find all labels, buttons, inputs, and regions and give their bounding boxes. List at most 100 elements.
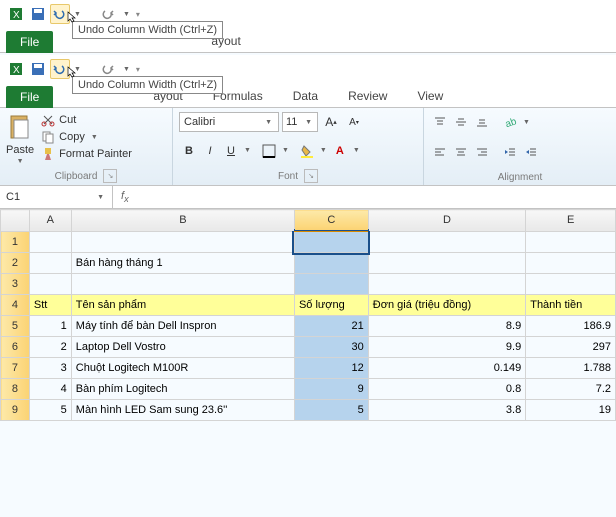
cell-A1[interactable] [29,231,71,253]
redo-dropdown[interactable]: ▼ [121,66,132,73]
bold-button[interactable]: B [179,141,199,161]
grow-font-button[interactable]: A▴ [321,112,341,132]
cell-C2[interactable] [294,253,368,274]
row-header[interactable]: 5 [1,316,30,337]
font-name-combo[interactable]: Calibri▼ [179,112,279,132]
clipboard-launcher-icon[interactable]: ↘ [103,169,117,183]
cell-B1[interactable] [71,231,294,253]
redo-dropdown[interactable]: ▼ [121,11,132,18]
cell-A6[interactable]: 2 [29,337,71,358]
cell-E6[interactable]: 297 [526,337,616,358]
cell-D3[interactable] [368,274,525,295]
cell-C6[interactable]: 30 [294,337,368,358]
cell-C5[interactable]: 21 [294,316,368,337]
align-top-button[interactable] [430,112,450,132]
cell-C9[interactable]: 5 [294,400,368,421]
align-left-button[interactable] [430,142,450,162]
fill-color-dropdown[interactable]: ▼ [318,147,329,154]
col-header-C[interactable]: C [294,210,368,232]
qat-customize-icon[interactable]: ▾ [134,65,142,74]
cell-A2[interactable] [29,253,71,274]
cell-A7[interactable]: 3 [29,358,71,379]
cell-C8[interactable]: 9 [294,379,368,400]
cell-B3[interactable] [71,274,294,295]
save-icon[interactable] [28,59,48,79]
font-color-dropdown[interactable]: ▼ [351,147,362,154]
cell-C1[interactable] [294,231,368,253]
format-painter-button[interactable]: Format Painter [38,146,135,162]
tab-data[interactable]: Data [279,85,332,107]
tab-file[interactable]: File [6,31,53,53]
cell-D7[interactable]: 0.149 [368,358,525,379]
cell-B7[interactable]: Chuột Logitech M100R [71,358,294,379]
cell-B9[interactable]: Màn hình LED Sam sung 23.6'' [71,400,294,421]
cell-D2[interactable] [368,253,525,274]
decrease-indent-button[interactable] [500,142,520,162]
align-right-button[interactable] [472,142,492,162]
cell-C3[interactable] [294,274,368,295]
col-header-D[interactable]: D [368,210,525,232]
cell-C7[interactable]: 12 [294,358,368,379]
cell-B8[interactable]: Bàn phím Logitech [71,379,294,400]
select-all-corner[interactable] [1,210,30,232]
underline-button[interactable]: U [221,141,241,161]
save-icon[interactable] [28,4,48,24]
cell-D1[interactable] [368,231,525,253]
increase-indent-button[interactable] [521,142,541,162]
paste-button[interactable]: Paste ▼ [6,112,34,165]
cell-E9[interactable]: 19 [526,400,616,421]
italic-button[interactable]: I [200,141,220,161]
fill-color-button[interactable] [297,141,317,161]
row-header[interactable]: 4 [1,295,30,316]
qat-customize-icon[interactable]: ▾ [134,10,142,19]
cell-D9[interactable]: 3.8 [368,400,525,421]
col-header-E[interactable]: E [526,210,616,232]
cell-C4[interactable]: Số lượng [294,295,368,316]
cell-D4[interactable]: Đơn giá (triệu đồng) [368,295,525,316]
align-middle-button[interactable] [451,112,471,132]
row-header[interactable]: 7 [1,358,30,379]
shrink-font-button[interactable]: A▾ [344,112,364,132]
cell-A3[interactable] [29,274,71,295]
cell-B2[interactable]: Bán hàng tháng 1 [71,253,294,274]
underline-dropdown[interactable]: ▼ [242,147,253,154]
cell-E8[interactable]: 7.2 [526,379,616,400]
fx-icon[interactable]: fx [113,190,137,204]
tab-view[interactable]: View [403,85,457,107]
tab-file[interactable]: File [6,86,53,108]
name-box[interactable]: C1▼ [0,186,113,208]
cell-D8[interactable]: 0.8 [368,379,525,400]
cell-E5[interactable]: 186.9 [526,316,616,337]
border-dropdown[interactable]: ▼ [280,147,291,154]
col-header-B[interactable]: B [71,210,294,232]
col-header-A[interactable]: A [29,210,71,232]
row-header[interactable]: 1 [1,231,30,253]
cell-A5[interactable]: 1 [29,316,71,337]
font-color-button[interactable]: A [330,141,350,161]
row-header[interactable]: 9 [1,400,30,421]
border-button[interactable] [259,141,279,161]
cell-E2[interactable] [526,253,616,274]
align-center-button[interactable] [451,142,471,162]
cell-A4[interactable]: Stt [29,295,71,316]
cell-B6[interactable]: Laptop Dell Vostro [71,337,294,358]
paste-dropdown[interactable]: ▼ [15,158,26,165]
align-bottom-button[interactable] [472,112,492,132]
cell-D6[interactable]: 9.9 [368,337,525,358]
cell-E3[interactable] [526,274,616,295]
cell-E4[interactable]: Thành tiền [526,295,616,316]
row-header[interactable]: 6 [1,337,30,358]
cell-D5[interactable]: 8.9 [368,316,525,337]
cell-B5[interactable]: Máy tính để bàn Dell Inspron [71,316,294,337]
orientation-button[interactable]: ab [500,112,520,132]
cell-A9[interactable]: 5 [29,400,71,421]
orientation-dropdown[interactable]: ▼ [521,119,532,126]
tab-review[interactable]: Review [334,85,401,107]
copy-dropdown[interactable]: ▼ [89,134,100,141]
font-launcher-icon[interactable]: ↘ [304,169,318,183]
row-header[interactable]: 3 [1,274,30,295]
cell-A8[interactable]: 4 [29,379,71,400]
worksheet-grid[interactable]: A B C D E 12Bán hàng tháng 134SttTên sản… [0,209,616,421]
row-header[interactable]: 2 [1,253,30,274]
cut-button[interactable]: Cut [38,112,135,128]
